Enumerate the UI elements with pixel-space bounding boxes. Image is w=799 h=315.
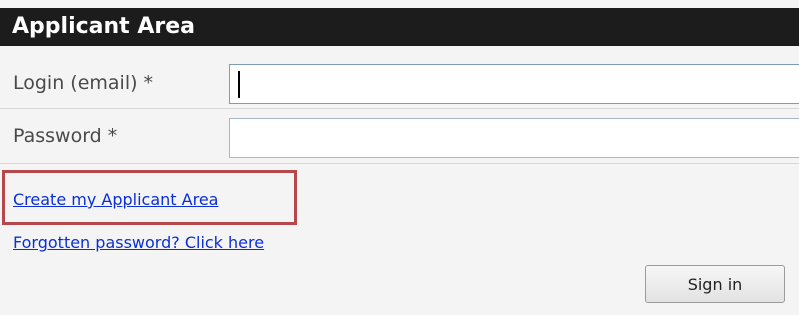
password-input[interactable]: [229, 118, 799, 158]
row-divider: [0, 163, 799, 164]
row-divider: [0, 108, 799, 109]
section-title: Applicant Area: [12, 14, 195, 39]
sign-in-button[interactable]: Sign in: [645, 265, 785, 303]
text-cursor: [238, 71, 240, 98]
forgotten-password-link[interactable]: Forgotten password? Click here: [13, 233, 264, 252]
password-label: Password *: [13, 125, 118, 147]
section-header: Applicant Area: [0, 8, 799, 46]
login-email-input[interactable]: [229, 64, 799, 104]
highlight-annotation-box: [2, 170, 297, 225]
login-label: Login (email) *: [13, 72, 154, 94]
